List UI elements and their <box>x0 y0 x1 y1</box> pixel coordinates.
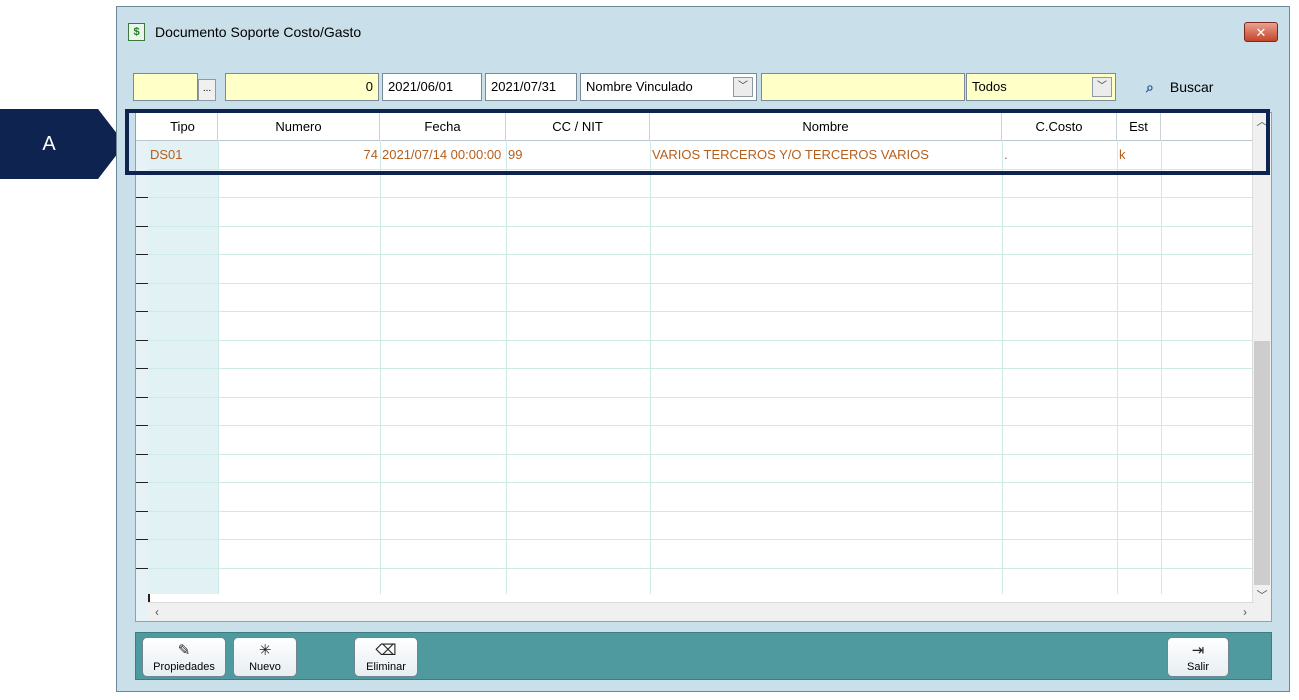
field-select-value: Nombre Vinculado <box>586 79 693 94</box>
grid-line <box>1002 140 1003 594</box>
grid-line <box>148 226 1254 227</box>
grid-line <box>218 140 219 594</box>
number-input[interactable]: 0 <box>225 73 379 101</box>
cell-ccosto: . <box>1004 147 1008 162</box>
column-header-fecha[interactable]: Fecha <box>380 113 506 140</box>
code-input[interactable] <box>133 73 198 101</box>
eraser-icon: ⌫ <box>375 642 397 659</box>
search-button[interactable]: ⌕ Buscar <box>1146 75 1213 99</box>
grid-header: Tipo Numero Fecha CC / NIT Nombre C.Cost… <box>136 113 1254 141</box>
vertical-scroll-thumb[interactable] <box>1254 341 1270 585</box>
documents-grid: Tipo Numero Fecha CC / NIT Nombre C.Cost… <box>135 112 1272 622</box>
date-from-input[interactable]: 2021/06/01 <box>382 73 482 101</box>
cell-nit: 99 <box>508 147 523 162</box>
new-label: Nuevo <box>249 661 281 673</box>
grid-line <box>148 397 1254 398</box>
propiedades-label: Propiedades <box>153 661 215 673</box>
grid-line <box>148 197 1254 198</box>
grid-line <box>148 482 1254 483</box>
field-select[interactable]: Nombre Vinculado ﹀ <box>580 73 757 101</box>
scroll-left-icon[interactable]: ‹ <box>148 603 166 621</box>
main-window: $ Documento Soporte Costo/Gasto ✕ ... 0 … <box>116 6 1290 692</box>
window-title: Documento Soporte Costo/Gasto <box>155 24 362 40</box>
annotation-callout: A <box>0 109 125 179</box>
bottom-toolbar: ✎ Propiedades ✳ Nuevo ⌫ Eliminar ⇥ Salir <box>135 632 1272 680</box>
scroll-corner <box>1253 603 1271 621</box>
scroll-up-icon[interactable]: ︿ <box>1253 113 1271 131</box>
grid-line <box>650 140 651 594</box>
ellipsis-button[interactable]: ... <box>198 79 216 101</box>
delete-button[interactable]: ⌫ Eliminar <box>354 637 418 677</box>
exit-button[interactable]: ⇥ Salir <box>1167 637 1229 677</box>
chevron-down-icon[interactable]: ﹀ <box>733 77 753 97</box>
column-header-est[interactable]: Est <box>1117 113 1161 140</box>
grid-line <box>506 140 507 594</box>
exit-door-icon: ⇥ <box>1191 642 1205 659</box>
grid-line <box>148 340 1254 341</box>
status-select[interactable]: Todos ﹀ <box>966 73 1116 101</box>
title-bar: $ Documento Soporte Costo/Gasto ✕ <box>117 7 1289 57</box>
column-header-nit[interactable]: CC / NIT <box>506 113 650 140</box>
cell-nombre: VARIOS TERCEROS Y/O TERCEROS VARIOS <box>652 147 929 162</box>
grid-line <box>380 140 381 594</box>
column-header-numero[interactable]: Numero <box>218 113 380 140</box>
document-dollar-icon: $ <box>128 23 145 41</box>
column-header-ccosto[interactable]: C.Costo <box>1002 113 1117 140</box>
scroll-right-icon[interactable]: › <box>1236 603 1254 621</box>
grid-line <box>148 283 1254 284</box>
grid-line <box>148 454 1254 455</box>
status-select-value: Todos <box>972 79 1007 94</box>
grid-line <box>148 368 1254 369</box>
search-input[interactable] <box>761 73 965 101</box>
grid-line <box>148 254 1254 255</box>
tipo-column-bg <box>148 140 218 594</box>
grid-line <box>1117 140 1118 594</box>
edit-properties-icon: ✎ <box>177 642 191 659</box>
search-button-label: Buscar <box>1169 79 1214 95</box>
client-area: ... 0 2021/06/01 2021/07/31 Nombre Vincu… <box>126 57 1282 685</box>
grid-line <box>148 539 1254 540</box>
cell-fecha: 2021/07/14 00:00:00 <box>382 147 502 162</box>
search-icon: ⌕ <box>1146 79 1154 95</box>
close-button[interactable]: ✕ <box>1244 22 1278 42</box>
horizontal-scrollbar[interactable]: ‹ › <box>148 602 1254 621</box>
cell-est: k <box>1119 147 1126 162</box>
column-header-nombre[interactable]: Nombre <box>650 113 1002 140</box>
chevron-down-icon[interactable]: ﹀ <box>1092 77 1112 97</box>
new-document-icon: ✳ <box>258 642 272 659</box>
grid-line <box>148 425 1254 426</box>
grid-line <box>148 511 1254 512</box>
propiedades-button[interactable]: ✎ Propiedades <box>142 637 226 677</box>
grid-line <box>148 169 1254 170</box>
cell-numero: 74 <box>363 147 378 162</box>
grid-line <box>1161 140 1162 594</box>
column-header-tipo[interactable]: Tipo <box>148 113 218 140</box>
exit-label: Salir <box>1186 661 1209 673</box>
cell-tipo: DS01 <box>150 147 183 162</box>
vertical-scrollbar[interactable]: ︿ ﹀ <box>1252 113 1271 605</box>
new-button[interactable]: ✳ Nuevo <box>233 637 297 677</box>
grid-line <box>148 568 1254 569</box>
date-to-input[interactable]: 2021/07/31 <box>485 73 577 101</box>
delete-label: Eliminar <box>366 661 406 673</box>
grid-line <box>148 311 1254 312</box>
callout-label: A <box>42 133 56 155</box>
